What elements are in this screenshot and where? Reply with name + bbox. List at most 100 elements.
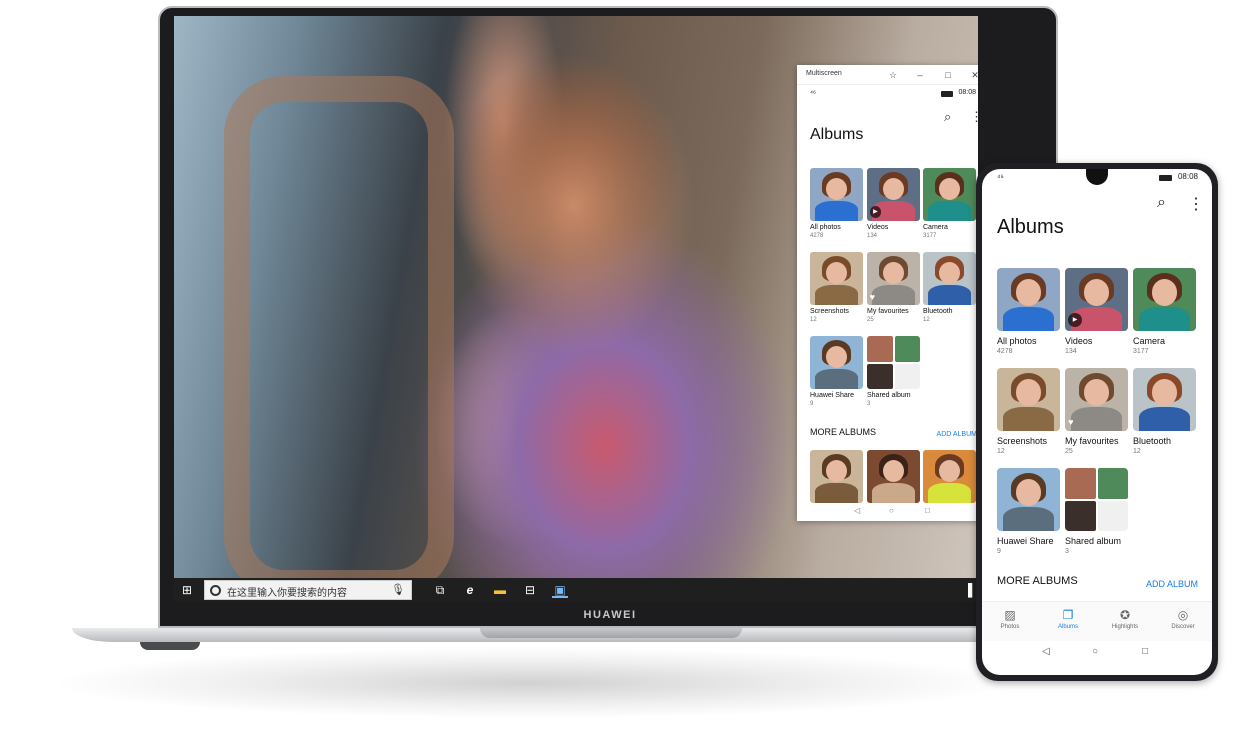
album-thumbnail (1133, 268, 1196, 331)
album-name: Screenshots (810, 308, 849, 315)
album-name: Bluetooth (1133, 436, 1172, 446)
album-shared-album[interactable]: Shared album 3 (867, 336, 920, 407)
more-options-icon[interactable]: ⋮ (1188, 194, 1204, 214)
album-thumbnail (997, 368, 1060, 431)
album-thumbnail (923, 450, 976, 503)
album-count: 4278 (997, 348, 1013, 355)
album-count: 3 (867, 401, 871, 407)
multiscreen-taskbar-icon[interactable]: ▣ (552, 582, 568, 598)
battery-icon (941, 91, 953, 97)
album-all-photos[interactable]: All photos 4278 (997, 268, 1060, 355)
album-name: Videos (1065, 336, 1093, 346)
edge-browser-icon[interactable]: e (462, 582, 478, 598)
album-name: Shared album (867, 392, 911, 399)
albums-heading: Albums (810, 126, 864, 143)
windows-taskbar: ⊞ 在这里输入你要搜索的内容 🎙 ⧉ e ▬ ⊟ ▣ ▐ (174, 578, 978, 602)
phone-navigation-bar: ◁ ○ □ (797, 505, 978, 519)
album-my-favourites[interactable]: ♥ My favourites 25 (867, 252, 920, 323)
store-icon[interactable]: ⊟ (522, 582, 538, 598)
signal-icon: ⁴⁶ (997, 173, 1004, 182)
back-icon[interactable]: ◁ (854, 506, 860, 515)
more-albums-heading: MORE ALBUMS (810, 427, 877, 437)
microphone-icon[interactable]: 🎙 (391, 583, 405, 596)
album-camera[interactable]: Camera 3177 (1133, 268, 1196, 355)
search-icon[interactable]: ⌕ (1157, 194, 1166, 212)
album-huawei-share[interactable]: Huawei Share 9 (810, 336, 863, 407)
album-huawei-share[interactable]: Huawei Share 9 (997, 468, 1060, 555)
more-options-icon[interactable]: ⋮ (970, 109, 978, 125)
album-name: Huawei Share (810, 392, 854, 399)
status-time: 08:08 (1177, 172, 1198, 181)
album-videos[interactable]: ▶ Videos 134 (1065, 268, 1128, 355)
back-icon[interactable]: ◁ (1042, 646, 1050, 657)
task-view-icon[interactable]: ⧉ (432, 582, 448, 598)
album-camera[interactable]: Camera 3177 (923, 168, 976, 239)
recents-icon[interactable]: □ (1142, 646, 1148, 657)
album-screenshots[interactable]: Screenshots 12 (997, 368, 1060, 455)
more-album-item[interactable] (923, 450, 976, 503)
more-album-item[interactable] (810, 450, 863, 503)
album-thumbnail (997, 468, 1060, 531)
file-explorer-icon[interactable]: ▬ (492, 582, 508, 598)
album-thumbnail: ▶ (867, 168, 920, 221)
heart-icon: ♥ (869, 291, 875, 302)
phone-screen: ⁴⁶ 08:08 ⌕ ⋮ Albums All photos 4278 ▶ Vi… (982, 169, 1212, 675)
album-name: Shared album (1065, 536, 1122, 546)
album-name: Huawei Share (997, 536, 1054, 546)
star-icon: ✪ (1119, 608, 1131, 622)
home-icon[interactable]: ○ (1092, 646, 1098, 657)
album-count: 3177 (1133, 348, 1149, 355)
tab-discover[interactable]: ◎ Discover (1158, 608, 1208, 630)
taskbar-search-placeholder: 在这里输入你要搜索的内容 (227, 588, 347, 599)
album-count: 3177 (923, 233, 937, 239)
add-album-button[interactable]: ADD ALBUM (937, 431, 977, 438)
maximize-button[interactable]: □ (941, 68, 955, 82)
album-shared-album[interactable]: Shared album 3 (1065, 468, 1128, 555)
album-all-photos[interactable]: All photos 4278 (810, 168, 863, 239)
close-button[interactable]: ✕ (968, 68, 978, 82)
recents-icon[interactable]: □ (925, 506, 930, 515)
album-screenshots[interactable]: Screenshots 12 (810, 252, 863, 323)
tab-photos[interactable]: ▨ Photos (985, 608, 1035, 630)
album-name: All photos (997, 336, 1037, 346)
tab-albums[interactable]: ❐ Albums (1043, 608, 1093, 630)
more-album-item[interactable] (867, 450, 920, 503)
multiscreen-window: Multiscreen ☆ – □ ✕ ⁴⁶ 08:08 ⌕ ⋮ Albums … (797, 65, 978, 521)
album-name: Bluetooth (923, 308, 953, 315)
album-bluetooth[interactable]: Bluetooth 12 (1133, 368, 1196, 455)
heart-icon: ♥ (1068, 417, 1074, 428)
album-thumbnail (810, 450, 863, 503)
tray-icon[interactable]: ▐ (960, 582, 976, 598)
search-icon[interactable]: ⌕ (944, 109, 951, 125)
window-title: Multiscreen (806, 70, 842, 77)
album-name: Videos (867, 224, 889, 231)
album-thumbnail: ♥ (867, 252, 920, 305)
album-thumbnail: ▶ (1065, 268, 1128, 331)
bottom-tab-bar: ▨ Photos ❐ Albums ✪ Highlights ◎ Discove… (982, 601, 1212, 641)
album-name: All photos (810, 224, 841, 231)
pin-icon[interactable]: ☆ (886, 68, 900, 82)
status-time: 08:08 (958, 89, 976, 96)
taskbar-search-box[interactable]: 在这里输入你要搜索的内容 🎙 (204, 580, 412, 600)
album-count: 12 (1133, 448, 1141, 455)
album-count: 25 (867, 317, 874, 323)
album-thumbnail (810, 252, 863, 305)
albums-icon: ❐ (1062, 608, 1074, 622)
windows-start-icon[interactable]: ⊞ (180, 583, 194, 597)
album-thumbnail (810, 168, 863, 221)
add-album-button[interactable]: ADD ALBUM (1146, 579, 1198, 589)
phone-status-bar: ⁴⁶ 08:08 (982, 171, 1212, 185)
minimize-button[interactable]: – (913, 68, 927, 82)
album-count: 12 (997, 448, 1005, 455)
album-my-favourites[interactable]: ♥ My favourites 25 (1065, 368, 1128, 455)
cortana-icon (210, 585, 221, 596)
tab-highlights[interactable]: ✪ Highlights (1100, 608, 1150, 630)
phone-navigation-bar: ◁ ○ □ (982, 643, 1212, 663)
album-bluetooth[interactable]: Bluetooth 12 (923, 252, 976, 323)
album-thumbnail: ♥ (1065, 368, 1128, 431)
home-icon[interactable]: ○ (889, 506, 894, 515)
play-icon: ▶ (869, 206, 882, 218)
album-thumbnail (867, 336, 920, 389)
album-videos[interactable]: ▶ Videos 134 (867, 168, 920, 239)
tab-label: Photos (1000, 624, 1020, 630)
